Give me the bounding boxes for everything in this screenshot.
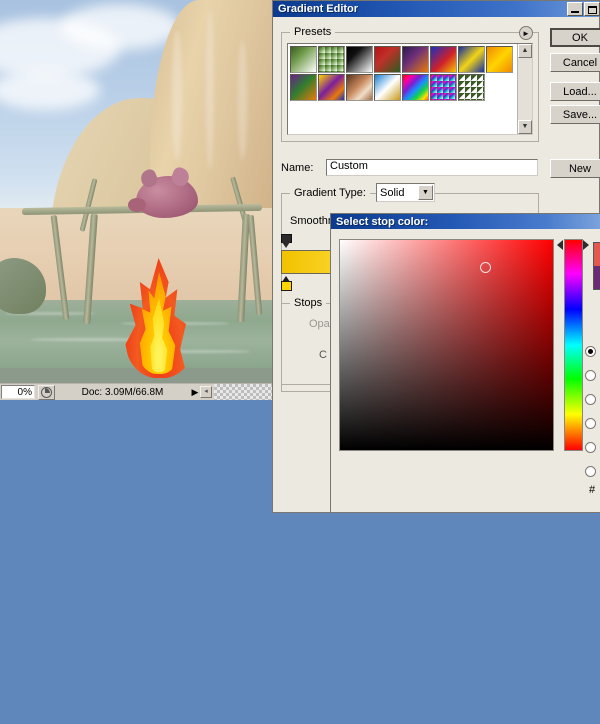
gradient-type-label: Gradient Type:: [290, 187, 370, 199]
window-controls: [567, 2, 600, 16]
name-label: Name:: [281, 162, 314, 174]
current-color-swatch: [594, 266, 600, 289]
ok-button[interactable]: OK: [550, 28, 600, 47]
painting-pig: [128, 165, 198, 218]
cancel-button[interactable]: Cancel: [550, 53, 600, 72]
preset-swatch-green-to-transparent[interactable]: [318, 46, 345, 73]
color-picker-titlebar[interactable]: Select stop color:: [331, 214, 600, 229]
presets-grid: [288, 44, 517, 134]
color-picker-dialog: Select stop color: Only Web Colors: [330, 213, 600, 513]
preset-swatch-purple-orange[interactable]: [402, 46, 429, 73]
color-picker-title: Select stop color:: [336, 215, 429, 228]
preset-swatch-transparent-rainbow[interactable]: [430, 74, 457, 101]
load-button[interactable]: Load...: [550, 82, 600, 101]
hue-marker-left-icon: [557, 240, 563, 250]
preset-swatch-blue-red-yellow[interactable]: [430, 46, 457, 73]
gradient-editor-title: Gradient Editor: [278, 3, 359, 15]
document-size-info: Doc: 3.09M/66.8M: [81, 386, 164, 398]
color-cursor-icon[interactable]: [479, 262, 491, 274]
gradient-editor-titlebar[interactable]: Gradient Editor: [273, 1, 600, 17]
color-model-radio-2[interactable]: [585, 394, 596, 405]
presets-legend: Presets: [290, 26, 336, 38]
painting-fire: [124, 252, 196, 378]
preset-swatch-yellow-violet-orange-blue[interactable]: [318, 74, 345, 101]
preset-swatch-blue-white-gold[interactable]: [374, 74, 401, 101]
color-model-radio-0[interactable]: [585, 346, 596, 357]
color-label: C: [319, 349, 327, 361]
preset-swatch-blue-yellow-blue[interactable]: [458, 46, 485, 73]
minimize-button[interactable]: [567, 2, 583, 16]
preset-swatch-red-green-dark[interactable]: [374, 46, 401, 73]
presets-menu-icon[interactable]: ►: [519, 26, 533, 40]
save-button[interactable]: Save...: [550, 105, 600, 124]
pie-proof-icon: [41, 386, 52, 398]
zoom-level-field[interactable]: 0%: [1, 385, 35, 399]
preset-swatch-orange-yellow-orange[interactable]: [486, 46, 513, 73]
gradient-type-select[interactable]: Solid ▼: [376, 183, 435, 202]
opacity-label: Opa: [309, 318, 330, 330]
preset-swatch-black-to-white[interactable]: [346, 46, 373, 73]
maximize-button[interactable]: [584, 2, 600, 16]
photoshop-document-window: Ps lunch time-04.psd @ 50% (Gradient Map…: [0, 0, 272, 400]
chevron-down-icon[interactable]: ▼: [418, 185, 433, 200]
document-statusbar: 0% Doc: 3.09M/66.8M ▶ ◂: [0, 383, 272, 400]
hue-slider[interactable]: [564, 239, 583, 451]
stops-legend: Stops: [290, 297, 327, 309]
color-model-radio-group: [585, 346, 600, 490]
saturation-value-field[interactable]: [339, 239, 554, 451]
color-model-radio-5[interactable]: [585, 466, 596, 477]
preset-swatch-foreground-to-transparent-green[interactable]: [290, 46, 317, 73]
hue-marker-right-icon: [583, 240, 589, 250]
presets-list[interactable]: ▲ ▼: [287, 43, 533, 135]
color-stop-marker[interactable]: [281, 276, 292, 292]
new-color-swatch: [594, 243, 600, 266]
gradient-name-input[interactable]: Custom: [326, 159, 538, 176]
hex-hash-label: #: [589, 484, 596, 496]
statusbar-menu-arrow-icon[interactable]: ▶: [190, 387, 200, 398]
color-model-radio-1[interactable]: [585, 370, 596, 381]
preset-swatch-spectrum[interactable]: [402, 74, 429, 101]
smoothness-label: Smoothn: [290, 215, 335, 227]
statusbar-transparency-area: [214, 384, 272, 400]
statusbar-resize-box[interactable]: ◂: [200, 386, 212, 398]
new-button[interactable]: New: [550, 159, 600, 178]
proof-preview-button[interactable]: [38, 384, 55, 400]
color-preview-swatch: [593, 242, 600, 290]
document-canvas[interactable]: [0, 0, 272, 383]
scroll-down-button[interactable]: ▼: [518, 120, 532, 134]
preset-swatch-copper[interactable]: [346, 74, 373, 101]
color-model-radio-4[interactable]: [585, 442, 596, 453]
presets-scrollbar[interactable]: ▲ ▼: [517, 44, 532, 134]
opacity-stop-marker[interactable]: [281, 234, 292, 249]
preset-swatch-violet-green-orange[interactable]: [290, 74, 317, 101]
gradient-type-value: Solid: [380, 186, 405, 199]
preset-swatch-green-stripes-transparent[interactable]: [458, 74, 485, 101]
color-model-radio-3[interactable]: [585, 418, 596, 429]
scroll-up-button[interactable]: ▲: [518, 44, 532, 58]
presets-group: Presets ► ▲ ▼: [281, 26, 539, 142]
